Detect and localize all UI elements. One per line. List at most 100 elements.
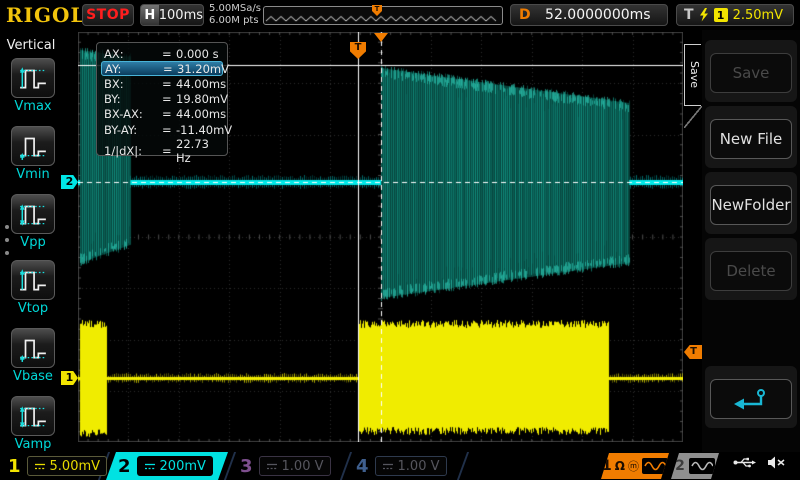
cursor-row-by: BY: = 19.80mV bbox=[101, 92, 223, 107]
menu-tab-notch bbox=[684, 106, 702, 128]
channel3-scale: 1.00 V bbox=[282, 459, 324, 474]
dc-coupling-icon bbox=[34, 462, 46, 471]
memory-depth: 6.00M pts bbox=[209, 15, 261, 27]
sine-wave-icon bbox=[644, 460, 666, 472]
vbase-label: Vbase bbox=[11, 369, 55, 384]
vmax-label: Vmax bbox=[11, 99, 55, 114]
sample-rate: 5.00MSa/s bbox=[209, 3, 261, 15]
cursor-row-ax: AX: = 0.000 s bbox=[101, 46, 223, 61]
channel2-position-marker[interactable]: 2 bbox=[61, 175, 78, 189]
delete-button[interactable]: Delete bbox=[710, 251, 792, 291]
menu-slot: NewFolder bbox=[705, 172, 797, 234]
channel1-number: 1 bbox=[8, 456, 21, 477]
delay-box[interactable]: D 52.0000000ms bbox=[510, 4, 668, 26]
run-state-label: STOP bbox=[86, 7, 130, 23]
waveform-preview-bar[interactable]: T bbox=[263, 6, 503, 25]
vbase-button[interactable] bbox=[11, 328, 55, 368]
new-file-button[interactable]: New File bbox=[710, 119, 792, 159]
save-button[interactable]: Save bbox=[710, 53, 792, 93]
cursor-b-position-icon[interactable] bbox=[374, 33, 388, 42]
vmin-button[interactable] bbox=[11, 126, 55, 166]
cursor-row-byay: BY-AY: = -11.40mV bbox=[101, 122, 223, 137]
source2-number: 2 bbox=[675, 458, 685, 474]
source1-mod-badge: ⓜ bbox=[628, 458, 639, 474]
trigger-badge: T bbox=[684, 7, 694, 23]
speaker-muted-icon bbox=[767, 456, 786, 469]
vamp-button[interactable] bbox=[11, 396, 55, 436]
vertical-measure-sidebar: Vertical Vmax bbox=[0, 30, 62, 452]
vtop-button[interactable] bbox=[11, 260, 55, 300]
trigger-box[interactable]: T 1 2.50mV bbox=[676, 4, 794, 26]
channel-status-bar: 1 5.00mV 2 200mV 3 bbox=[0, 452, 800, 480]
channel2-number: 2 bbox=[118, 456, 131, 477]
vamp-icon bbox=[15, 401, 51, 431]
trigger-level-value: 2.50mV bbox=[733, 8, 784, 23]
delay-badge: D bbox=[519, 7, 531, 23]
vtop-label: Vtop bbox=[11, 301, 55, 316]
return-arrow-icon bbox=[731, 387, 771, 411]
rigol-logo: RIGOL bbox=[6, 3, 86, 27]
dc-coupling-icon bbox=[382, 462, 394, 471]
measure-item-vamp: Vamp bbox=[11, 396, 55, 452]
measure-item-vtop: Vtop bbox=[11, 260, 55, 316]
horizontal-badge: H bbox=[141, 4, 159, 26]
vbase-icon bbox=[15, 333, 51, 363]
trigger-slope-icon bbox=[699, 8, 709, 22]
source1-number: 1 bbox=[602, 458, 612, 474]
vpp-button[interactable] bbox=[11, 194, 55, 234]
menu-slot: Delete bbox=[705, 238, 797, 300]
cursor-row-freq: 1/|dX|: = 22.73 Hz bbox=[101, 137, 223, 152]
channel1-status[interactable]: 1 5.00mV bbox=[8, 453, 107, 479]
channel4-scale: 1.00 V bbox=[398, 459, 440, 474]
acquisition-info: 5.00MSa/s 6.00M pts bbox=[209, 3, 261, 27]
save-menu: Save New File NewFolder Delete bbox=[702, 30, 800, 452]
sidebar-title: Vertical bbox=[0, 38, 62, 53]
vmin-icon bbox=[15, 131, 51, 161]
channel3-number: 3 bbox=[240, 456, 253, 477]
usb-icon bbox=[733, 456, 757, 469]
menu-tab-save: Save bbox=[684, 44, 701, 106]
run-state-indicator: STOP bbox=[82, 4, 134, 26]
timebase-value: 100ms bbox=[159, 8, 203, 23]
vmin-label: Vmin bbox=[11, 167, 55, 182]
channel3-status[interactable]: 3 1.00 V bbox=[240, 453, 331, 479]
preview-waveform bbox=[264, 7, 502, 24]
vtop-icon bbox=[15, 265, 51, 295]
source1-impedance: Ω bbox=[615, 459, 625, 473]
measure-item-vbase: Vbase bbox=[11, 328, 55, 384]
page-indicator-dots bbox=[5, 225, 9, 255]
menu-slot: New File bbox=[705, 106, 797, 168]
cursor-row-bx: BX: = 44.00ms bbox=[101, 76, 223, 91]
vpp-label: Vpp bbox=[11, 235, 55, 250]
vmax-icon bbox=[15, 63, 51, 93]
cursor-measurement-panel: AX: = 0.000 s AY: = 31.20mV BX: = 44.00m… bbox=[96, 42, 228, 156]
channel4-number: 4 bbox=[356, 456, 369, 477]
channel1-position-marker[interactable]: 1 bbox=[61, 371, 78, 385]
channel2-scale: 200mV bbox=[160, 459, 206, 474]
oscilloscope-screen: RIGOL STOP H 100ms 5.00MSa/s 6.00M pts T… bbox=[0, 0, 800, 480]
dc-coupling-icon bbox=[266, 462, 278, 471]
source2-status[interactable]: 2 bbox=[671, 453, 719, 479]
channel4-status[interactable]: 4 1.00 V bbox=[356, 453, 447, 479]
measure-item-vmax: Vmax bbox=[11, 58, 55, 114]
vmax-button[interactable] bbox=[11, 58, 55, 98]
channel1-scale: 5.00mV bbox=[50, 459, 101, 474]
trigger-source-badge: 1 bbox=[714, 8, 728, 22]
measure-item-vpp: Vpp bbox=[11, 194, 55, 250]
cursor-row-ay-selected: AY: = 31.20mV bbox=[101, 61, 223, 76]
trigger-level-marker[interactable]: T bbox=[684, 345, 703, 359]
new-folder-button[interactable]: NewFolder bbox=[710, 185, 792, 225]
source1-status[interactable]: 1 Ω ⓜ bbox=[601, 453, 669, 479]
vamp-label: Vamp bbox=[11, 437, 55, 452]
status-icons bbox=[733, 456, 786, 469]
dc-coupling-icon bbox=[144, 462, 156, 471]
measure-item-vmin: Vmin bbox=[11, 126, 55, 182]
menu-slot bbox=[705, 366, 797, 428]
back-button[interactable] bbox=[710, 379, 792, 419]
cursor-row-bxax: BX-AX: = 44.00ms bbox=[101, 107, 223, 122]
delay-value: 52.0000000ms bbox=[539, 7, 657, 23]
channel2-status[interactable]: 2 200mV bbox=[118, 453, 213, 479]
sine-wave-icon bbox=[691, 460, 713, 472]
timebase-box[interactable]: H 100ms bbox=[140, 4, 204, 26]
vpp-icon bbox=[15, 199, 51, 229]
